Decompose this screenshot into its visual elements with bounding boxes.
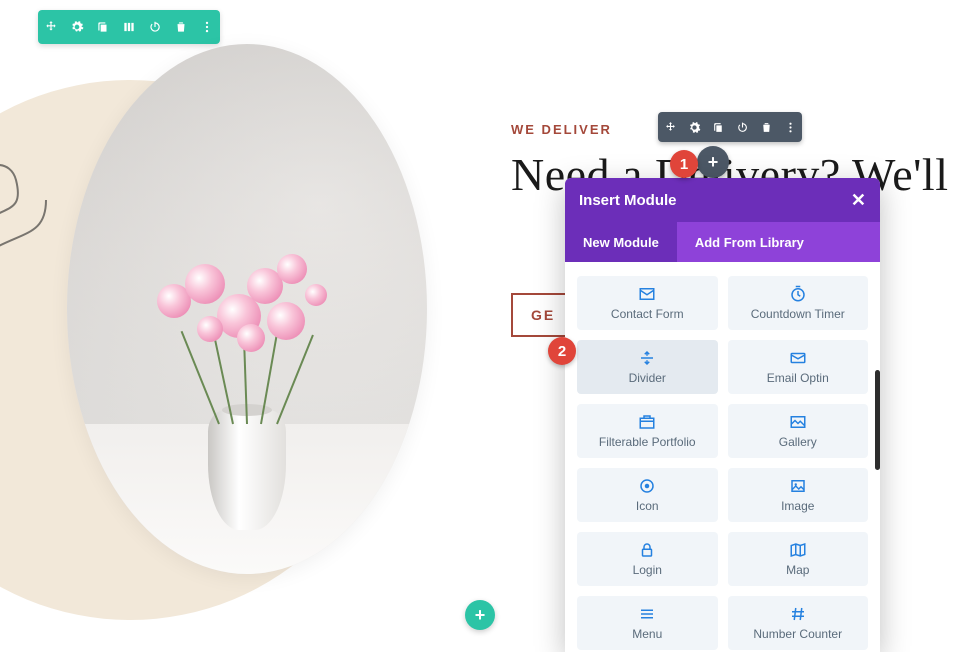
email-optin-icon [789,349,807,367]
settings-icon[interactable] [64,10,90,44]
builder-canvas: WE DELIVER Need a Delivery? We'll GE + 1… [0,0,961,638]
modal-title-text: Insert Module [579,192,677,209]
module-tile-label: Icon [636,499,659,513]
module-tile-icon[interactable]: Icon [577,468,718,522]
module-tile-image[interactable]: Image [728,468,869,522]
duplicate-icon[interactable] [706,112,730,142]
module-tile-label: Email Optin [767,371,829,385]
module-toolbar [658,112,802,142]
module-tile-login[interactable]: Login [577,532,718,586]
modal-close-button[interactable]: ✕ [851,190,866,211]
number-counter-icon [789,605,807,623]
tab-add-from-library[interactable]: Add From Library [677,222,822,262]
countdown-timer-icon [789,285,807,303]
flowers-illustration [137,224,357,364]
cta-label: GE [531,307,555,323]
contact-form-icon [638,285,656,303]
login-icon [638,541,656,559]
modal-header: Insert Module ✕ [565,178,880,222]
icon-icon [638,477,656,495]
module-tile-contact-form[interactable]: Contact Form [577,276,718,330]
step-badge-1: 1 [670,150,698,178]
gallery-icon [789,413,807,431]
module-tile-label: Contact Form [611,307,684,321]
module-tile-number-counter[interactable]: Number Counter [728,596,869,650]
move-icon[interactable] [658,112,682,142]
section-toolbar [38,10,220,44]
module-tile-countdown-timer[interactable]: Countdown Timer [728,276,869,330]
insert-module-modal: Insert Module ✕ New Module Add From Libr… [565,178,880,652]
more-icon[interactable] [778,112,802,142]
module-tile-email-optin[interactable]: Email Optin [728,340,869,394]
module-tile-label: Image [781,499,814,513]
module-tile-label: Filterable Portfolio [599,435,696,449]
filterable-portfolio-icon [638,413,656,431]
module-tile-label: Menu [632,627,662,641]
power-icon[interactable] [142,10,168,44]
trash-icon[interactable] [754,112,778,142]
duplicate-icon[interactable] [90,10,116,44]
module-tile-label: Countdown Timer [751,307,845,321]
module-tile-gallery[interactable]: Gallery [728,404,869,458]
menu-icon [638,605,656,623]
module-tile-label: Map [786,563,809,577]
map-icon [789,541,807,559]
module-tile-label: Number Counter [753,627,842,641]
image-icon [789,477,807,495]
add-module-button[interactable]: + [697,146,729,178]
trash-icon[interactable] [168,10,194,44]
divider-icon [638,349,656,367]
scrollbar-thumb[interactable] [875,370,880,470]
eyebrow-text: WE DELIVER [511,122,612,137]
modal-body: Contact Form Countdown Timer Divider Email … [565,262,880,652]
move-icon[interactable] [38,10,64,44]
tab-new-module[interactable]: New Module [565,222,677,262]
module-tile-map[interactable]: Map [728,532,869,586]
module-tile-menu[interactable]: Menu [577,596,718,650]
step-badge-2: 2 [548,337,576,365]
module-tile-label: Gallery [779,435,817,449]
module-tile-filterable-portfolio[interactable]: Filterable Portfolio [577,404,718,458]
vase-illustration [208,410,286,530]
module-tile-label: Login [633,563,662,577]
module-tile-divider[interactable]: Divider [577,340,718,394]
hero-image [67,44,427,574]
columns-icon[interactable] [116,10,142,44]
modal-tabs: New Module Add From Library [565,222,880,262]
decorative-swirl [0,130,76,270]
module-tile-label: Divider [629,371,666,385]
power-icon[interactable] [730,112,754,142]
add-section-button[interactable]: + [465,600,495,630]
settings-icon[interactable] [682,112,706,142]
more-icon[interactable] [194,10,220,44]
